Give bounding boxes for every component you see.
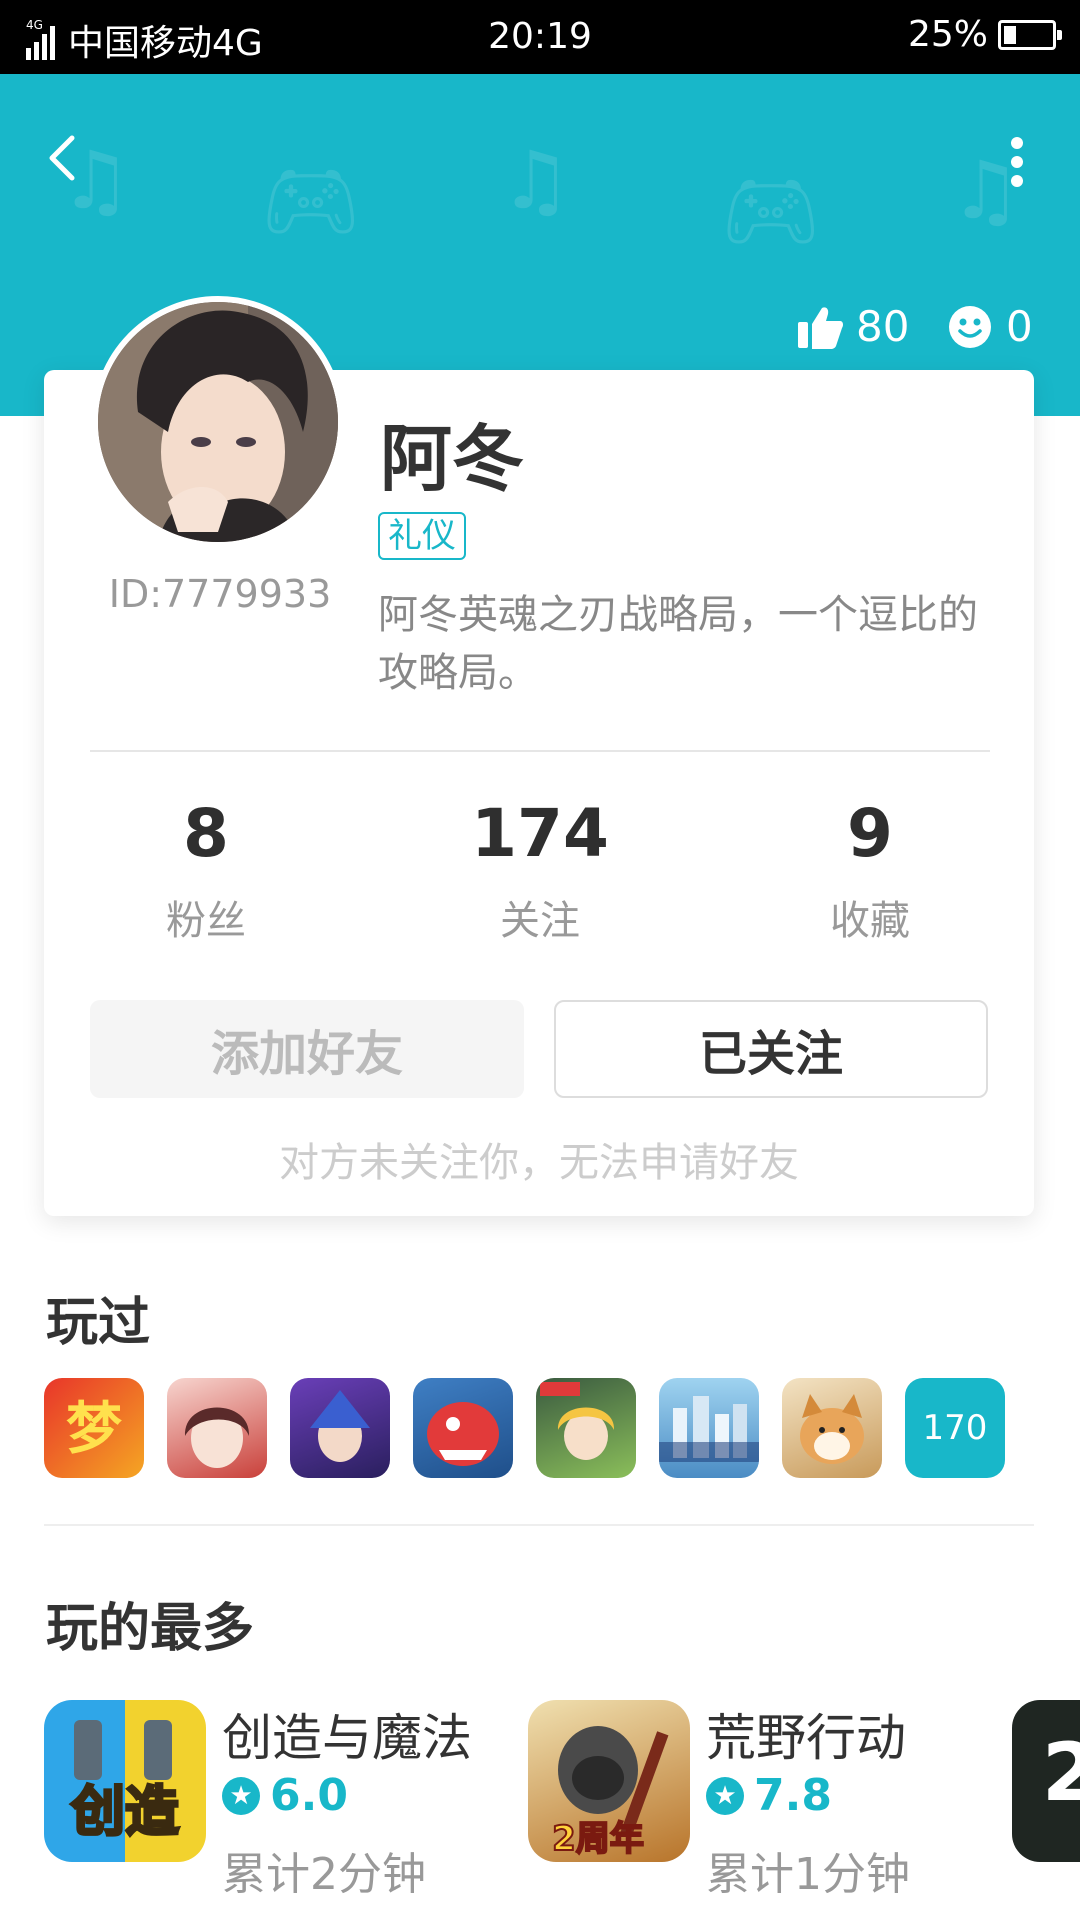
user-title-badge: 礼仪	[378, 512, 466, 560]
most-played-section-title: 玩的最多	[46, 1599, 255, 1659]
played-more-count[interactable]: 170	[905, 1378, 1005, 1478]
played-section-title: 玩过	[46, 1293, 151, 1353]
divider	[90, 750, 990, 752]
svg-text:2周年: 2周年	[552, 1819, 644, 1859]
friend-request-hint: 对方未关注你，无法申请好友	[279, 1140, 799, 1186]
gamepad-pattern-icon: 🎮︎	[260, 154, 362, 247]
likes-counter[interactable]: 80	[796, 302, 909, 351]
add-friend-button[interactable]: 添加好友	[90, 1000, 524, 1098]
smiles-count: 0	[1006, 302, 1033, 351]
game-name: 创造与魔法	[222, 1709, 472, 1767]
game-icon-dragon[interactable]	[413, 1378, 513, 1478]
game-name: 荒野行动	[706, 1709, 906, 1767]
play-time: 累计2分钟	[222, 1849, 426, 1900]
user-name: 阿冬	[380, 417, 525, 501]
star-icon: ★	[706, 1776, 744, 1815]
game-icon-anniversary[interactable]	[536, 1378, 636, 1478]
avatar-image	[98, 302, 338, 542]
thumbs-up-icon	[798, 306, 844, 349]
music-note-pattern-icon: ♫	[500, 134, 572, 227]
stat-label: 收藏	[830, 898, 910, 944]
followed-button[interactable]: 已关注	[554, 1000, 988, 1098]
game-icon-hero[interactable]	[290, 1378, 390, 1478]
stat-label: 关注	[500, 898, 580, 944]
game-icon-city[interactable]	[659, 1378, 759, 1478]
smile-icon	[949, 305, 991, 348]
divider	[44, 1524, 1034, 1526]
stat-value: 174	[471, 795, 609, 872]
stat-following[interactable]: 174 关注	[400, 794, 680, 946]
star-icon: ★	[222, 1776, 260, 1815]
back-button[interactable]	[38, 128, 90, 188]
game-score: ★ 7.8	[706, 1770, 832, 1821]
game-icon-partial: 2	[1012, 1700, 1080, 1862]
svg-text:2: 2	[1042, 1726, 1080, 1819]
avatar[interactable]	[92, 296, 344, 548]
game-icon-creation-magic: 创造	[44, 1700, 206, 1862]
chevron-left-icon	[49, 135, 75, 181]
likes-count: 80	[856, 302, 910, 351]
play-time: 累计1分钟	[706, 1849, 910, 1900]
more-menu-button[interactable]	[1002, 128, 1032, 188]
user-bio: 阿冬英魂之刃战略局，一个逗比的攻略局。	[378, 592, 978, 696]
stat-favorites[interactable]: 9 收藏	[730, 794, 1010, 946]
battery-percent: 25%	[907, 14, 988, 55]
status-bar: 4G 中国移动4G 20:19 25%	[0, 0, 1080, 74]
more-vertical-icon	[1002, 128, 1032, 187]
game-icon-knives-out: 2周年	[528, 1700, 690, 1862]
svg-text:梦: 梦	[66, 1397, 122, 1462]
played-games-list: 梦 170	[44, 1378, 1005, 1478]
smiles-counter[interactable]: 0	[948, 302, 1033, 351]
gamepad-pattern-icon: 🎮︎	[720, 164, 822, 257]
stat-label: 粉丝	[166, 898, 246, 944]
score-value: 6.0	[270, 1770, 348, 1821]
user-id: ID:7779933	[108, 572, 332, 616]
score-value: 7.8	[754, 1770, 832, 1821]
game-icon-shiba[interactable]	[782, 1378, 882, 1478]
svg-text:创造: 创造	[71, 1780, 179, 1843]
game-icon-meng[interactable]: 梦	[44, 1378, 144, 1478]
battery-icon	[998, 19, 1062, 50]
stat-value: 9	[847, 795, 893, 872]
game-score: ★ 6.0	[222, 1770, 348, 1821]
stat-fans[interactable]: 8 粉丝	[66, 794, 346, 946]
game-icon-anime-girl[interactable]	[167, 1378, 267, 1478]
stat-value: 8	[183, 795, 229, 872]
